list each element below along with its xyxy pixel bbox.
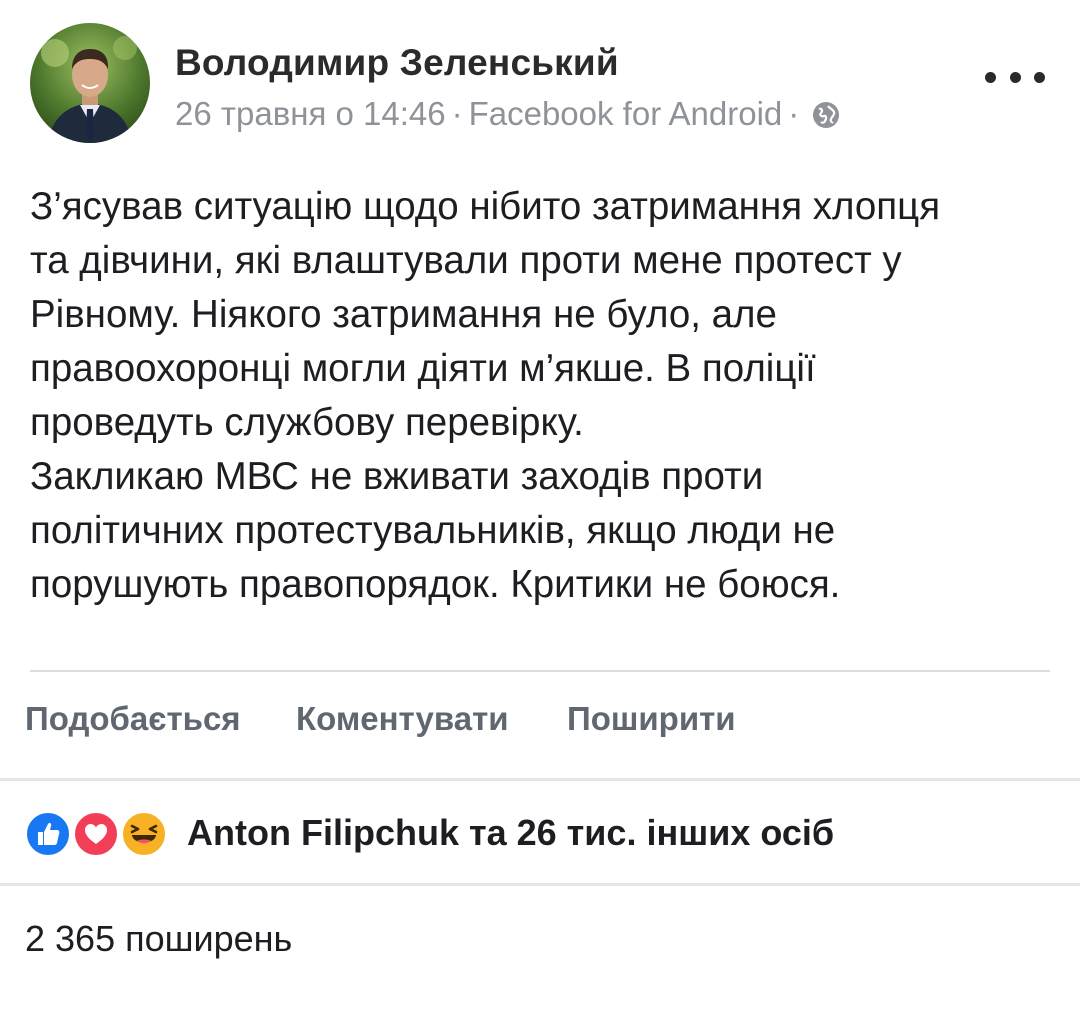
- post-text-line: правоохоронці могли діяти м’якше. В полі…: [30, 347, 816, 390]
- post-text-line: Рівному. Ніякого затримання не було, але: [30, 293, 777, 336]
- divider: [0, 883, 1080, 886]
- like-reaction-icon: [24, 810, 72, 858]
- post-actions-bar: Подобається Коментувати Поширити: [0, 700, 1080, 750]
- post-text-line: та дівчини, які влаштували проти мене пр…: [30, 239, 902, 282]
- love-reaction-icon: [72, 810, 120, 858]
- post-source: Facebook for Android: [468, 95, 783, 132]
- reactions-summary[interactable]: Anton Filipchuk та 26 тис. інших осіб: [24, 806, 1064, 862]
- post-header: Володимир Зеленський 26 травня о 14:46 · F…: [0, 0, 1080, 150]
- more-options-button[interactable]: [985, 62, 1045, 92]
- author-avatar[interactable]: [30, 23, 150, 143]
- post-text-line: Закликаю МВС не вживати заходів проти: [30, 455, 764, 498]
- reactions-text[interactable]: Anton Filipchuk та 26 тис. інших осіб: [187, 812, 834, 854]
- meta-separator: ·: [451, 95, 463, 132]
- globe-icon: [811, 100, 841, 130]
- post-text: З’ясував ситуацію щодо нібито затримання…: [30, 180, 1060, 612]
- author-name[interactable]: Володимир Зеленський: [175, 42, 619, 84]
- more-dot-icon: [985, 71, 996, 83]
- reaction-icons: [24, 806, 174, 862]
- haha-reaction-icon: [120, 810, 168, 858]
- share-button[interactable]: Поширити: [567, 700, 736, 738]
- shares-count[interactable]: 2 365 поширень: [25, 918, 292, 960]
- more-dot-icon: [1034, 71, 1045, 83]
- divider: [0, 778, 1080, 781]
- post-text-line: З’ясував ситуацію щодо нібито затримання…: [30, 185, 941, 228]
- post-text-line: проведуть службову перевірку.: [30, 401, 584, 444]
- post-meta: 26 травня о 14:46 · Facebook for Android ·: [175, 95, 841, 133]
- divider: [30, 670, 1050, 672]
- like-button[interactable]: Подобається: [25, 700, 241, 738]
- post-text-line: порушують правопорядок. Критики не боюся…: [30, 563, 841, 606]
- post-date[interactable]: 26 травня о 14:46: [175, 95, 446, 132]
- meta-separator-2: ·: [788, 95, 800, 132]
- comment-button[interactable]: Коментувати: [296, 700, 509, 738]
- post-text-line: політичних протестувальників, якщо люди …: [30, 509, 836, 552]
- more-dot-icon: [1009, 71, 1021, 83]
